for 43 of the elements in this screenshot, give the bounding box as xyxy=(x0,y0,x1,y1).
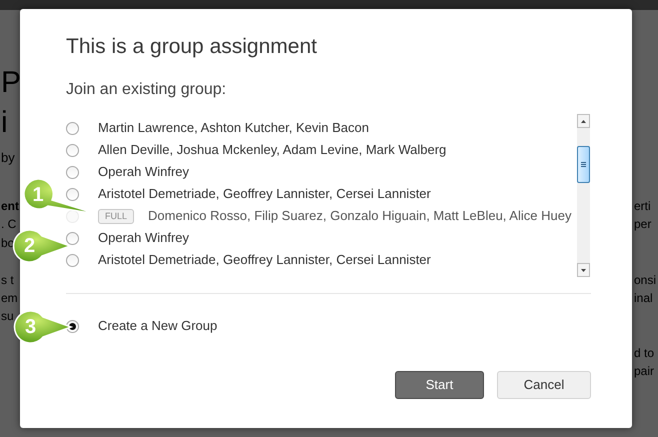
page-text-fragment: per xyxy=(634,218,652,230)
scroll-thumb[interactable] xyxy=(576,146,590,183)
page-text-fragment: s t xyxy=(1,274,14,286)
radio-button[interactable] xyxy=(66,254,79,266)
page-text-fragment: . C xyxy=(1,218,16,230)
page-text-fragment: inal xyxy=(634,292,653,304)
page-text-fragment: bo xyxy=(1,237,14,249)
start-button[interactable]: Start xyxy=(395,371,484,399)
grip-icon xyxy=(580,162,586,167)
radio-button[interactable] xyxy=(66,232,79,244)
section-label: Join an existing group: xyxy=(66,80,226,100)
page-text-fragment: pair xyxy=(634,365,654,377)
page-text-fragment: d to xyxy=(634,347,654,359)
radio-button[interactable] xyxy=(66,188,79,200)
callout-number: 3 xyxy=(25,317,36,337)
group-members[interactable]: Operah Winfrey xyxy=(98,164,190,180)
up-arrow-icon xyxy=(580,120,586,122)
group-members[interactable]: Aristotel Demetriade, Geoffrey Lannister, Cersei Lannister xyxy=(98,186,431,202)
dialog-title: This is a group assignment xyxy=(66,34,317,60)
radio-button[interactable] xyxy=(66,166,79,178)
group-members[interactable]: Aristotel Demetriade, Geoffrey Lannister, Cersei Lannister xyxy=(98,252,431,268)
group-members[interactable]: Allen Deville, Joshua Mckenley, Adam Levine, Mark Walberg xyxy=(98,142,446,158)
new-group-label[interactable]: Create a New Group xyxy=(98,318,218,334)
down-arrow-icon xyxy=(580,268,586,272)
page-text-fragment: by xyxy=(1,151,15,164)
page-text-fragment: i xyxy=(1,108,8,138)
group-members[interactable]: Martin Lawrence, Ashton Kutcher, Kevin Bacon xyxy=(98,120,369,136)
scroll-up-button[interactable] xyxy=(576,114,590,128)
scroll-down-button[interactable] xyxy=(576,263,590,277)
page-text-fragment: erti xyxy=(634,200,651,212)
page-text-fragment: onsi xyxy=(634,274,656,286)
page-text-fragment: su xyxy=(1,310,14,322)
page-text-fragment: ent xyxy=(1,200,19,212)
page-text-fragment: em xyxy=(1,292,18,304)
callout-number: 1 xyxy=(32,184,44,206)
cancel-button[interactable]: Cancel xyxy=(497,371,591,399)
group-members[interactable]: Operah Winfrey xyxy=(98,230,190,246)
radio-button[interactable] xyxy=(66,144,79,156)
page-text-fragment: P xyxy=(1,68,22,98)
scrollbar[interactable] xyxy=(575,114,591,277)
callout-number: 2 xyxy=(24,236,36,256)
full-badge: FULL xyxy=(98,208,134,224)
radio-button[interactable] xyxy=(66,122,79,134)
